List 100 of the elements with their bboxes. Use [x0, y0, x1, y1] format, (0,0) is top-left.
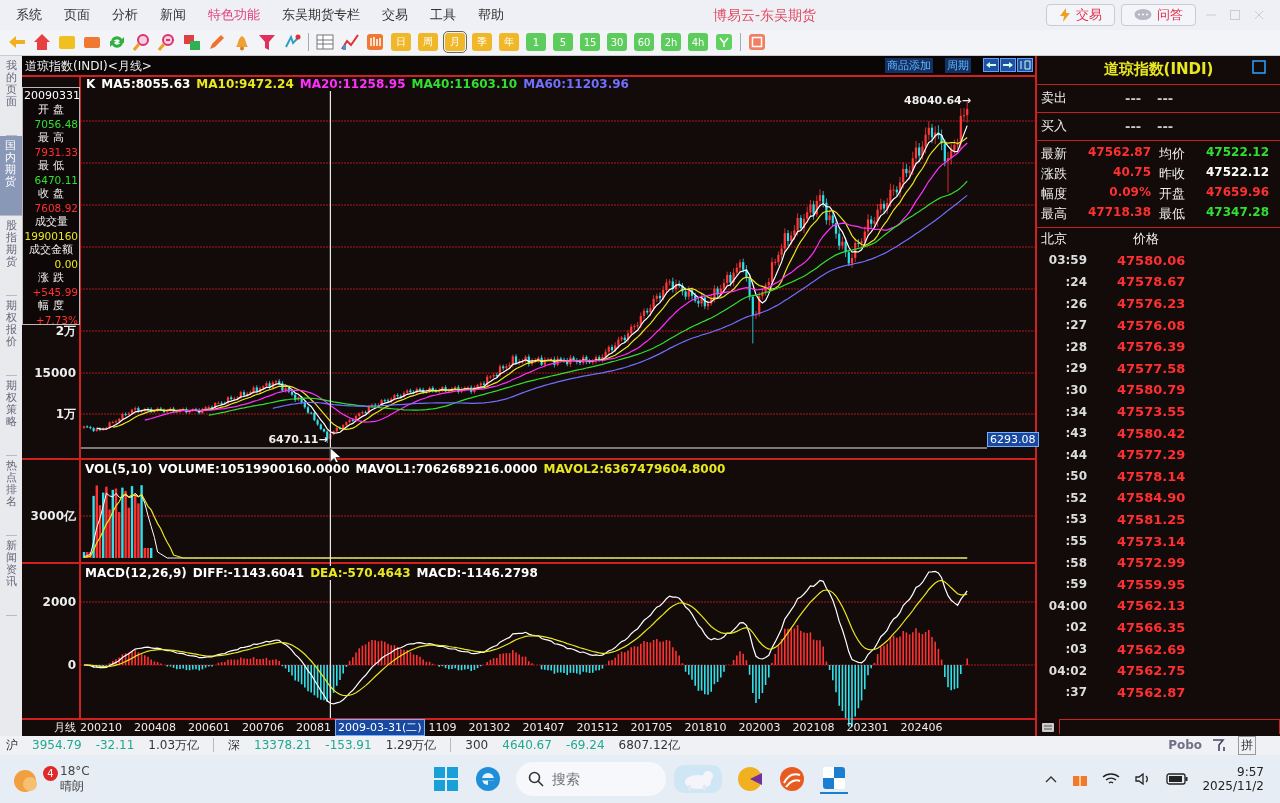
mouse-cursor-icon: [330, 447, 342, 465]
axis-label: 201810: [684, 721, 727, 735]
axis-label: 202108: [792, 721, 835, 735]
browser-icon[interactable]: [474, 765, 502, 794]
app-icon[interactable]: [820, 764, 848, 795]
info-label: 幅 度: [38, 298, 64, 313]
side-tab[interactable]: 股指期货: [5, 215, 17, 296]
menu-item[interactable]: 东吴期货专栏: [282, 5, 360, 24]
index-name: 300: [465, 738, 489, 753]
chat-bubble-icon: [1134, 8, 1152, 21]
axis-label: 0: [67, 656, 76, 673]
menu-item[interactable]: 帮助: [478, 5, 504, 24]
info-value: +545.99: [32, 284, 78, 299]
menu-item[interactable]: 交易: [382, 5, 408, 24]
info-label: 涨 跌: [38, 270, 64, 285]
trade-button[interactable]: 交易: [1046, 3, 1115, 26]
info-value: 19900160: [24, 228, 78, 243]
book-value: ---: [1125, 118, 1143, 134]
tick-time: :55: [1064, 534, 1087, 549]
axis-label: 200706: [242, 721, 284, 735]
tick-price: 47573.14: [1117, 533, 1186, 549]
info-label: 最 高: [38, 130, 64, 145]
side-tab[interactable]: 新闻资讯: [5, 535, 17, 616]
side-tab[interactable]: 国内期货: [0, 135, 22, 216]
windows-icon[interactable]: [183, 33, 201, 52]
tick-time: :50: [1064, 469, 1087, 484]
side-tab[interactable]: 我的页面: [5, 55, 17, 136]
temperature: 18°C: [60, 763, 90, 778]
column-header: 北京: [1041, 229, 1067, 248]
tick-time: 04:00: [1047, 598, 1087, 613]
book-value: ---: [1157, 118, 1175, 134]
tick-price: 47562.75: [1117, 663, 1186, 679]
menu-item[interactable]: 新闻: [160, 5, 186, 24]
quote-value: 47562.87: [1087, 144, 1151, 161]
clock-time[interactable]: 9:57: [1237, 765, 1264, 780]
axis-label: 月线: [53, 720, 77, 736]
axis-label: 1109: [428, 721, 457, 735]
brand-label: Pobo: [1168, 738, 1202, 753]
tick-time: :44: [1064, 447, 1087, 462]
quote-value: 47522.12: [1205, 164, 1269, 181]
zoom-out-icon[interactable]: [158, 33, 176, 52]
info-value: 7056.48: [34, 116, 78, 131]
filter-icon[interactable]: [715, 33, 733, 52]
axis-label: 202003: [738, 721, 781, 735]
tick-price: 47580.42: [1117, 425, 1186, 441]
pencil-icon[interactable]: [208, 33, 226, 52]
tick-time: :52: [1064, 490, 1087, 505]
home-icon[interactable]: [33, 33, 51, 52]
tick-price: 47562.87: [1117, 684, 1186, 700]
info-value: +7.73%: [35, 312, 78, 326]
axis-label: 1万: [55, 405, 76, 422]
tick-price: 47580.79: [1117, 382, 1186, 398]
tick-chart-icon[interactable]: [366, 33, 384, 52]
tick-time: :26: [1064, 296, 1087, 311]
grid-icon[interactable]: [748, 33, 766, 52]
instrument-title: 道琼指数(INDI): [1103, 60, 1214, 80]
side-tab[interactable]: 热点排名: [5, 455, 17, 536]
bell-icon[interactable]: [233, 33, 251, 52]
qa-button[interactable]: 问答: [1121, 3, 1196, 26]
info-label: 成交金额: [29, 242, 73, 257]
quote-label: 最高: [1041, 204, 1068, 223]
menu-item[interactable]: 工具: [430, 5, 456, 24]
index-change: -32.11: [95, 738, 135, 753]
side-tab[interactable]: 期权报价: [5, 295, 17, 376]
menu-item[interactable]: 特色功能: [208, 5, 260, 24]
expand-icon[interactable]: [1252, 59, 1266, 74]
zoom-in-icon[interactable]: [133, 33, 151, 52]
index-change: -153.91: [325, 738, 372, 753]
menu-item[interactable]: 分析: [112, 5, 138, 24]
low-price-marker: 6470.11→: [268, 432, 328, 446]
quote-label: 最新: [1041, 144, 1068, 163]
axis-label: 200601: [188, 721, 230, 735]
menu-item[interactable]: 页面: [64, 5, 90, 24]
search-field[interactable]: 搜索: [516, 762, 666, 797]
chart-title: 道琼指数(INDI)<月线>: [25, 57, 152, 75]
app-icon[interactable]: [778, 765, 806, 794]
tick-time: :28: [1064, 339, 1087, 354]
quote-label: 均价: [1158, 144, 1185, 163]
battery-icon[interactable]: [1166, 772, 1189, 787]
quote-value: 47718.38: [1087, 204, 1151, 221]
index-change: -69.24: [565, 738, 605, 753]
tick-time: :58: [1064, 555, 1087, 570]
table-icon[interactable]: [316, 33, 334, 52]
axis-label: 202301: [846, 721, 889, 735]
axis-label: 201512: [576, 721, 619, 735]
line-chart-icon[interactable]: [341, 33, 359, 52]
funnel-icon[interactable]: [258, 33, 276, 52]
quote-label: 幅度: [1041, 184, 1068, 203]
quote-value: 40.75: [1112, 164, 1151, 181]
nav-arrows-icon[interactable]: [983, 58, 1033, 73]
info-value: 7931.33: [34, 144, 78, 159]
clock-date[interactable]: 2025/11/2: [1202, 779, 1264, 794]
menu-item[interactable]: 系统: [16, 5, 42, 24]
input-field[interactable]: [1059, 719, 1280, 735]
input-method-button[interactable]: 拼: [1238, 735, 1256, 755]
app-icon[interactable]: [736, 765, 764, 794]
side-tab[interactable]: 期权策略: [5, 375, 17, 456]
info-label: 最 低: [38, 158, 64, 173]
start-icon[interactable]: [432, 765, 460, 794]
info-value: 7608.92: [34, 200, 78, 215]
